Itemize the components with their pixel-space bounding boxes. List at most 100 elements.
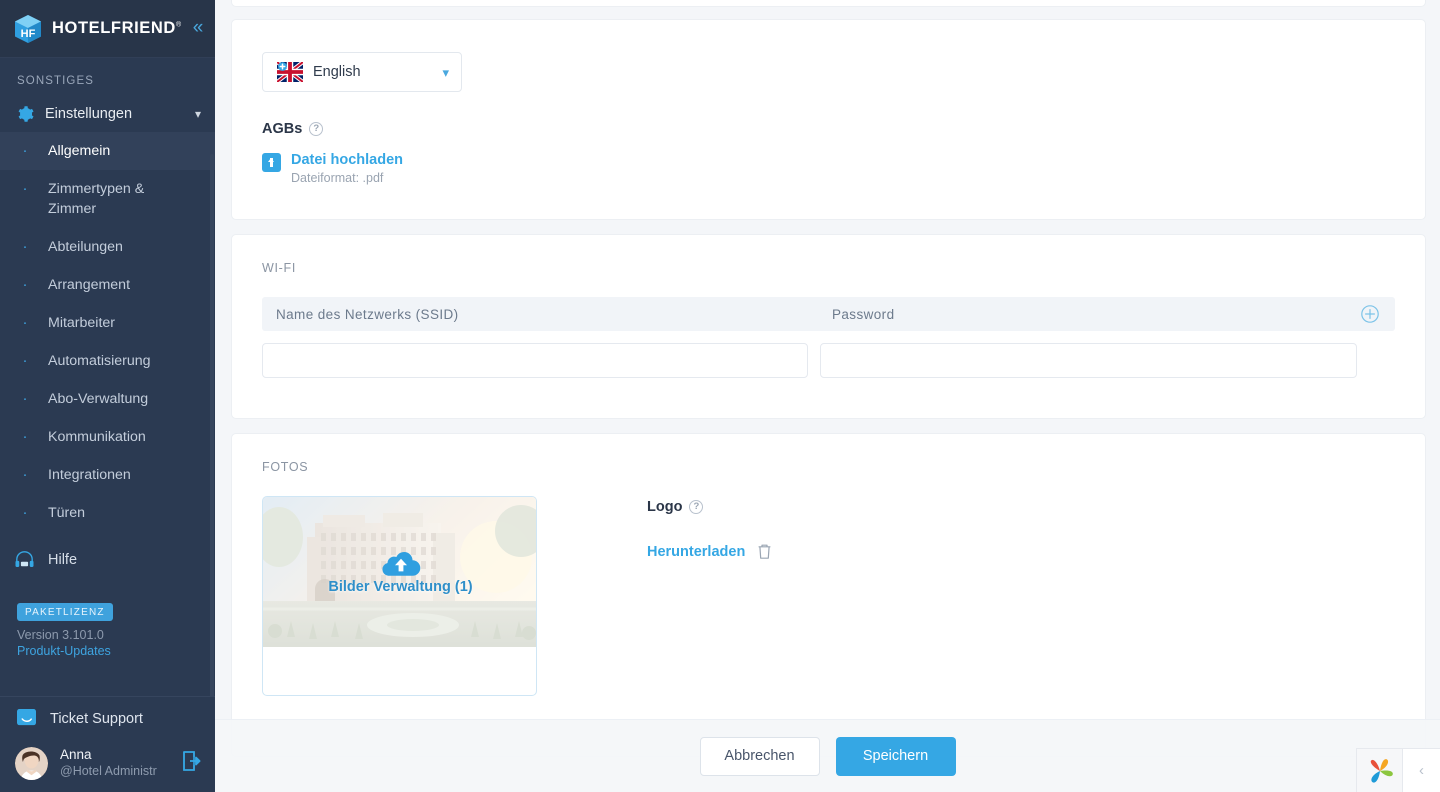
- fotos-section-label: FOTOS: [262, 460, 309, 474]
- agb-title: AGBs: [262, 121, 303, 137]
- logo-title-row: Logo ?: [647, 499, 772, 515]
- sidebar-scrollbar[interactable]: [210, 154, 214, 696]
- sidebar-item-hilfe[interactable]: Hilfe: [0, 540, 215, 580]
- chevron-down-icon[interactable]: ▾: [442, 66, 449, 79]
- uk-flag-icon: [275, 60, 305, 84]
- user-role: @Hotel Administr: [60, 764, 157, 779]
- sidebar-nav: SONSTIGES Einstellungen ▾ · Allgemein · …: [0, 58, 215, 696]
- wifi-section-label: WI-FI: [262, 261, 297, 275]
- avatar: [15, 747, 48, 780]
- sidebar-item-mitarbeiter[interactable]: · Mitarbeiter: [0, 304, 215, 342]
- sidebar-group-label: Einstellungen: [45, 106, 133, 122]
- sidebar-item-automatisierung[interactable]: · Automatisierung: [0, 342, 215, 380]
- trash-icon[interactable]: [757, 543, 772, 560]
- brand-title: HOTELFRIEND®: [52, 19, 182, 38]
- sidebar-item-label: Zimmertypen & Zimmer: [48, 181, 145, 217]
- package-license-badge: PAKETLIZENZ: [17, 603, 113, 621]
- sidebar-group-einstellungen[interactable]: Einstellungen ▾: [0, 96, 215, 132]
- sidebar-item-label: Türen: [48, 505, 86, 521]
- form-action-bar: Abbrechen Speichern: [215, 719, 1440, 792]
- sidebar-item-label: Kommunikation: [48, 429, 146, 445]
- cancel-button[interactable]: Abbrechen: [699, 736, 820, 776]
- sidebar-item-abteilungen[interactable]: · Abteilungen: [0, 228, 215, 266]
- sidebar-item-zimmertypen-zimmer[interactable]: · Zimmertypen & Zimmer: [0, 170, 215, 228]
- chat-widget: ‹: [1356, 748, 1440, 792]
- version-label: Version 3.101.0: [17, 628, 104, 642]
- sidebar-item-label: Abteilungen: [48, 239, 123, 255]
- product-updates-link[interactable]: Produkt-Updates: [17, 644, 215, 658]
- sidebar-brand: HF HOTELFRIEND® «: [0, 0, 215, 58]
- sidebar-item-label: Abo-Verwaltung: [48, 391, 149, 407]
- card-fotos: FOTOS Bilder Verwaltung (1) Logo ? Herun…: [231, 433, 1426, 757]
- sidebar-footer: Ticket Support Anna @Hotel Administr: [0, 696, 215, 792]
- card-wifi: WI-FI Name des Netzwerks (SSID) Password: [231, 234, 1426, 419]
- cloud-upload-icon: [381, 549, 421, 577]
- wifi-column-ssid: Name des Netzwerks (SSID): [276, 306, 459, 322]
- chevron-down-icon[interactable]: ▾: [195, 108, 201, 120]
- sidebar: HF HOTELFRIEND® « SONSTIGES Einstellunge…: [0, 0, 215, 792]
- photo-upload-box[interactable]: Bilder Verwaltung (1): [262, 496, 537, 696]
- sidebar-item-allgemein[interactable]: · Allgemein: [0, 132, 215, 170]
- sidebar-item-integrationen[interactable]: · Integrationen: [0, 456, 215, 494]
- user-profile[interactable]: Anna @Hotel Administr: [0, 740, 215, 792]
- ticket-support-button[interactable]: Ticket Support: [0, 697, 215, 740]
- bullet-icon: ·: [22, 238, 28, 255]
- agb-upload-texts: Datei hochladen Dateiformat: .pdf: [291, 152, 403, 185]
- sidebar-license: PAKETLIZENZ Version 3.101.0 Produkt-Upda…: [0, 580, 215, 670]
- sidebar-collapse-icon[interactable]: «: [191, 16, 206, 42]
- agb-title-row: AGBs ?: [262, 121, 1395, 137]
- bullet-icon: ·: [22, 466, 28, 483]
- logout-icon[interactable]: [183, 751, 203, 776]
- sidebar-item-label: Mitarbeiter: [48, 315, 116, 331]
- app-root: HF HOTELFRIEND® « SONSTIGES Einstellunge…: [0, 0, 1440, 792]
- card-above-partial: [231, 0, 1426, 7]
- bullet-icon: ·: [22, 428, 28, 445]
- user-name: Anna: [60, 747, 92, 763]
- sidebar-item-kommunikation[interactable]: · Kommunikation: [0, 418, 215, 456]
- photo-upload-overlay[interactable]: Bilder Verwaltung (1): [263, 497, 536, 647]
- logo-download-link[interactable]: Herunterladen: [647, 544, 745, 560]
- photo-caption: Bilder Verwaltung (1): [328, 579, 473, 595]
- upload-icon[interactable]: [262, 153, 281, 172]
- bullet-icon: ·: [22, 142, 28, 159]
- logo-title: Logo: [647, 499, 683, 515]
- sidebar-section-title: SONSTIGES: [17, 75, 94, 87]
- sidebar-item-label: Automatisierung: [48, 353, 151, 369]
- save-button[interactable]: Speichern: [835, 736, 956, 776]
- card-language-agb: English ▾ AGBs ? Datei hochladen Dateifo…: [231, 19, 1426, 220]
- bullet-icon: ·: [22, 390, 28, 407]
- gear-icon: [16, 105, 34, 123]
- main-content: English ▾ AGBs ? Datei hochladen Dateifo…: [215, 0, 1440, 792]
- sidebar-item-arrangement[interactable]: · Arrangement: [0, 266, 215, 304]
- ticket-support-label: Ticket Support: [50, 710, 143, 727]
- sidebar-item-label: Arrangement: [48, 277, 131, 293]
- question-mark-icon[interactable]: ?: [309, 122, 324, 136]
- svg-text:HF: HF: [21, 28, 36, 40]
- logo-section: Logo ? Herunterladen: [647, 496, 772, 696]
- chat-bubble-icon: [17, 709, 36, 728]
- sidebar-item-label: Allgemein: [48, 143, 111, 159]
- bullet-icon: ·: [22, 504, 28, 521]
- wifi-ssid-input[interactable]: [262, 343, 808, 378]
- wifi-password-input[interactable]: [820, 343, 1357, 378]
- chat-collapse-icon[interactable]: ‹: [1402, 748, 1440, 792]
- agb-upload-row[interactable]: Datei hochladen Dateiformat: .pdf: [262, 152, 1395, 185]
- hotelfriend-logo-icon: HF: [13, 13, 43, 45]
- language-select[interactable]: English ▾: [262, 52, 462, 92]
- brand-registered: ®: [175, 21, 182, 29]
- sidebar-item-abo-verwaltung[interactable]: · Abo-Verwaltung: [0, 380, 215, 418]
- sidebar-item-tueren[interactable]: · Türen: [0, 494, 215, 532]
- bullet-icon: ·: [22, 180, 28, 197]
- agb-format-hint: Dateiformat: .pdf: [291, 171, 384, 185]
- plus-circle-icon[interactable]: [1361, 305, 1379, 323]
- pinwheel-logo-icon[interactable]: [1356, 748, 1402, 792]
- bullet-icon: ·: [22, 314, 28, 331]
- language-value: English: [313, 64, 361, 80]
- wifi-column-password: Password: [832, 306, 895, 322]
- question-mark-icon[interactable]: ?: [689, 500, 704, 514]
- agb-upload-link[interactable]: Datei hochladen: [291, 152, 403, 168]
- sidebar-help-label: Hilfe: [48, 552, 78, 568]
- bullet-icon: ·: [22, 352, 28, 369]
- user-meta: Anna @Hotel Administr: [60, 747, 157, 780]
- sidebar-item-label: Integrationen: [48, 467, 131, 483]
